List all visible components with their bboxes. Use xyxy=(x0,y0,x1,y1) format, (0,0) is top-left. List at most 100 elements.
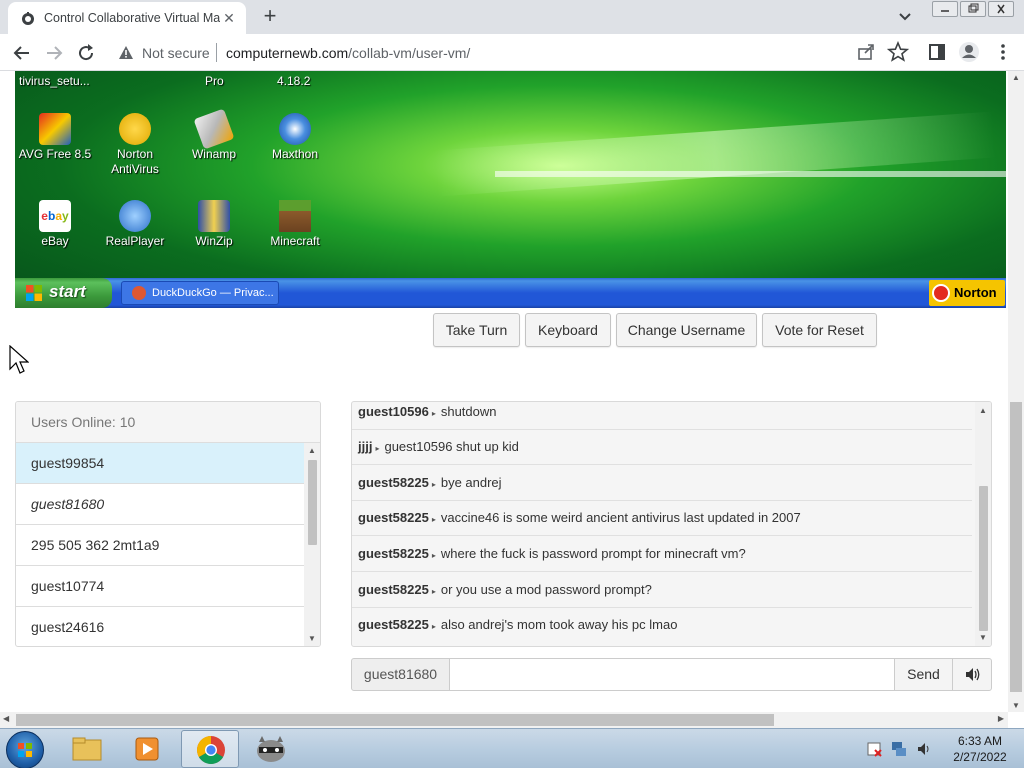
chat-text: vaccine46 is some weird ancient antiviru… xyxy=(440,510,801,525)
url-text[interactable]: computernewb.com/collab-vm/user-vm/ xyxy=(226,45,470,61)
chat-username: guest10596 xyxy=(358,404,429,419)
vm-display[interactable]: tivirus_setu... Pro 4.18.2 AVG Free 8.5 … xyxy=(15,71,1006,308)
host-taskbar: 6:33 AM 2/27/2022 xyxy=(0,728,1024,768)
chat-text: also andrej's mom took away his pc lmao xyxy=(440,617,678,632)
chat-username-label[interactable]: guest81680 xyxy=(351,658,450,691)
chat-username: jjjj xyxy=(358,439,373,454)
duckduckgo-icon xyxy=(132,286,146,300)
chat-username: guest58225 xyxy=(358,475,429,490)
chat-scrollbar[interactable]: ▲ ▼ xyxy=(975,402,991,646)
desktop-icon-avg[interactable]: AVG Free 8.5 xyxy=(15,113,95,162)
take-turn-button[interactable]: Take Turn xyxy=(433,313,520,347)
restore-button[interactable] xyxy=(960,1,986,17)
sound-toggle-button[interactable] xyxy=(952,658,992,691)
chat-message: guest58225 ▸ where the fuck is password pr… xyxy=(352,536,972,572)
close-window-button[interactable] xyxy=(988,1,1014,17)
reload-icon[interactable] xyxy=(74,41,98,65)
ebay-icon: ebay xyxy=(39,200,71,232)
security-status[interactable]: Not secure xyxy=(142,45,210,61)
desktop-icon-label: eBay xyxy=(41,234,69,248)
scroll-right-arrow-icon[interactable]: ▶ xyxy=(998,714,1004,723)
desktop-icon-norton[interactable]: Norton AntiVirus xyxy=(95,113,175,177)
vm-taskbar-item[interactable]: DuckDuckGo — Privac... xyxy=(121,281,279,305)
scroll-up-arrow-icon[interactable]: ▲ xyxy=(975,405,991,417)
close-icon xyxy=(997,4,1005,14)
winzip-icon xyxy=(198,200,230,232)
norton-antivirus-icon xyxy=(119,113,151,145)
desktop-icon-minecraft[interactable]: Minecraft xyxy=(255,200,335,249)
tab-close-icon[interactable]: ✕ xyxy=(220,9,238,27)
vote-reset-button[interactable]: Vote for Reset xyxy=(762,313,877,347)
side-panel-icon[interactable] xyxy=(926,41,948,63)
user-list-item[interactable]: guest81680 xyxy=(16,484,304,525)
browser-tab-strip: Control Collaborative Virtual Mac ✕ + xyxy=(0,0,1024,34)
chrome-taskbar-button[interactable] xyxy=(181,730,239,768)
users-scrollbar[interactable]: ▲ ▼ xyxy=(304,443,320,646)
forward-arrow-icon[interactable] xyxy=(42,41,66,65)
windows-start-orb-icon[interactable] xyxy=(6,731,44,768)
raccoon-icon xyxy=(257,736,285,762)
vm-norton-tray[interactable]: Norton xyxy=(929,280,1005,306)
new-tab-button[interactable]: + xyxy=(258,5,282,29)
explorer-taskbar-button[interactable] xyxy=(58,730,116,768)
desktop-icon-ebay[interactable]: ebay eBay xyxy=(15,200,95,249)
norton-label: Norton xyxy=(954,285,997,300)
address-bar[interactable]: Not secure computernewb.com/collab-vm/us… xyxy=(108,38,858,67)
desktop-icon-maxthon[interactable]: Maxthon xyxy=(255,113,335,162)
users-scrollbar-thumb[interactable] xyxy=(308,460,317,545)
chat-text: bye andrej xyxy=(440,475,502,490)
minecraft-icon xyxy=(279,200,311,232)
chat-username: guest58225 xyxy=(358,546,429,561)
maxthon-icon xyxy=(279,113,311,145)
page-vertical-scrollbar[interactable]: ▲ ▼ xyxy=(1008,71,1024,712)
scroll-left-arrow-icon[interactable]: ◀ xyxy=(3,714,9,723)
minimize-button[interactable] xyxy=(932,1,958,17)
chat-panel: guest10596 ▸ shutdown jjjj ▸ guest10596 shut… xyxy=(351,401,992,647)
send-button[interactable]: Send xyxy=(894,658,953,691)
scroll-up-arrow-icon[interactable]: ▲ xyxy=(1008,73,1024,82)
scroll-up-arrow-icon[interactable]: ▲ xyxy=(304,445,320,457)
users-online-header: Users Online: 10 xyxy=(16,402,320,443)
user-list-item[interactable]: guest10774 xyxy=(16,566,304,607)
change-username-button[interactable]: Change Username xyxy=(616,313,757,347)
address-separator xyxy=(216,43,217,62)
raccoon-app-taskbar-button[interactable] xyxy=(242,730,300,768)
scroll-down-arrow-icon[interactable]: ▼ xyxy=(975,632,991,644)
avg-icon xyxy=(39,113,71,145)
share-icon[interactable] xyxy=(855,41,877,63)
tab-search-chevron-icon[interactable] xyxy=(895,8,915,26)
desktop-icon-realplayer[interactable]: RealPlayer xyxy=(95,200,175,249)
chat-message: guest58225 ▸ or you use a mod password pro… xyxy=(352,572,972,608)
profile-avatar-icon[interactable] xyxy=(958,41,980,63)
restore-icon xyxy=(968,3,979,13)
user-list-item[interactable]: guest99854 xyxy=(16,443,304,484)
desktop-icon-winzip[interactable]: WinZip xyxy=(174,200,254,249)
chrome-icon xyxy=(197,736,225,764)
browser-tab[interactable]: Control Collaborative Virtual Mac ✕ xyxy=(8,2,246,34)
keyboard-button[interactable]: Keyboard xyxy=(525,313,611,347)
desktop-icon-winamp[interactable]: Winamp xyxy=(174,108,254,162)
desktop-icon-label: AVG Free 8.5 xyxy=(18,147,92,161)
chat-text: where the fuck is password prompt for mi… xyxy=(440,546,746,561)
minimize-icon xyxy=(941,10,949,12)
url-path: /collab-vm/user-vm/ xyxy=(348,45,471,61)
page-horizontal-scrollbar-thumb[interactable] xyxy=(16,714,774,726)
media-player-taskbar-button[interactable] xyxy=(118,730,176,768)
taskbar-clock[interactable]: 6:33 AM 2/27/2022 xyxy=(940,733,1020,765)
user-list-item[interactable]: guest24616 xyxy=(16,607,304,646)
chat-text: or you use a mod password prompt? xyxy=(440,582,652,597)
scroll-down-arrow-icon[interactable]: ▼ xyxy=(1008,701,1024,710)
warning-triangle-icon[interactable] xyxy=(118,45,134,61)
vm-start-button[interactable]: start xyxy=(15,278,112,308)
chat-message-input[interactable] xyxy=(449,658,895,691)
back-arrow-icon[interactable] xyxy=(10,41,34,65)
page-vertical-scrollbar-thumb[interactable] xyxy=(1010,402,1022,692)
chat-scrollbar-thumb[interactable] xyxy=(979,486,988,631)
chat-message: guest58225 ▸ also andrej's mom took away h… xyxy=(352,607,972,643)
media-player-icon xyxy=(135,737,159,761)
bookmark-star-icon[interactable] xyxy=(887,41,909,63)
scroll-down-arrow-icon[interactable]: ▼ xyxy=(304,633,320,645)
menu-kebab-icon[interactable] xyxy=(992,41,1014,63)
user-list-item[interactable]: 295 505 362 2mt1a9 xyxy=(16,525,304,566)
page-horizontal-scrollbar[interactable]: ◀ ▶ xyxy=(0,712,1008,728)
